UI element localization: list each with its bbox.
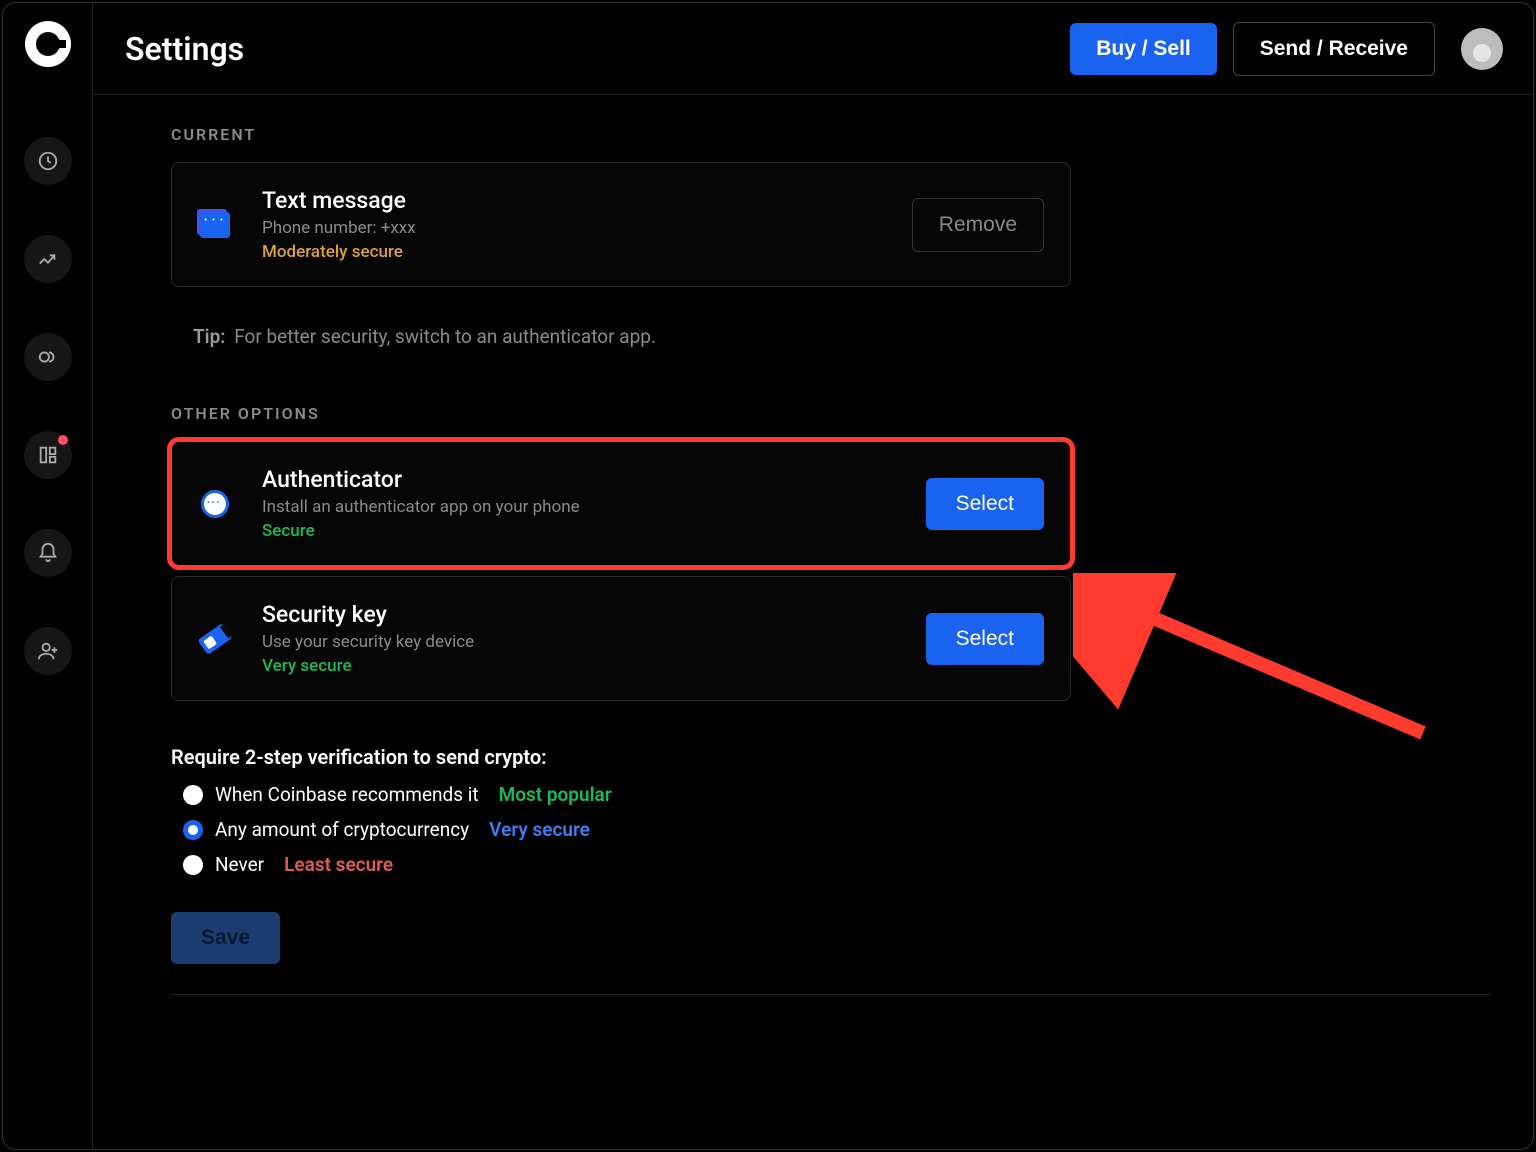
current-title: Text message bbox=[262, 187, 912, 214]
key-title: Security key bbox=[262, 601, 926, 628]
sidebar bbox=[3, 3, 93, 1149]
radio-icon[interactable] bbox=[183, 820, 203, 840]
current-sub: Phone number: +xxx bbox=[262, 218, 912, 238]
key-sub: Use your security key device bbox=[262, 632, 926, 652]
coinbase-logo[interactable] bbox=[25, 21, 71, 67]
radio-label: Any amount of cryptocurrency bbox=[215, 818, 469, 841]
radio-icon[interactable] bbox=[183, 855, 203, 875]
radio-option-never[interactable]: Never Least secure bbox=[183, 853, 1493, 876]
content: CURRENT Text message Phone number: +xxx … bbox=[93, 95, 1533, 1149]
security-key-card: Security key Use your security key devic… bbox=[171, 576, 1071, 701]
authenticator-icon bbox=[198, 487, 232, 521]
require-2fa-title: Require 2-step verification to send cryp… bbox=[171, 745, 1493, 769]
radio-option-any-amount[interactable]: Any amount of cryptocurrency Very secure bbox=[183, 818, 1493, 841]
radio-tag: Very secure bbox=[489, 818, 590, 841]
page-title: Settings bbox=[125, 30, 1070, 68]
select-security-key-button[interactable]: Select bbox=[926, 613, 1044, 665]
save-button[interactable]: Save bbox=[171, 912, 280, 964]
radio-tag: Least secure bbox=[284, 853, 393, 876]
nav-invite-icon[interactable] bbox=[24, 627, 72, 675]
auth-security-badge: Secure bbox=[262, 521, 926, 541]
nav-home-icon[interactable] bbox=[24, 137, 72, 185]
nav-explore-icon[interactable] bbox=[24, 333, 72, 381]
radio-option-recommended[interactable]: When Coinbase recommends it Most popular bbox=[183, 783, 1493, 806]
buy-sell-button[interactable]: Buy / Sell bbox=[1070, 23, 1217, 75]
nav-dashboard-icon[interactable] bbox=[24, 431, 72, 479]
select-authenticator-button[interactable]: Select bbox=[926, 478, 1044, 530]
other-options-label: OTHER OPTIONS bbox=[171, 404, 1493, 423]
radio-tag: Most popular bbox=[499, 783, 612, 806]
tip-text: For better security, switch to an authen… bbox=[234, 325, 656, 348]
notification-dot bbox=[58, 435, 68, 445]
tip-label: Tip: bbox=[193, 325, 225, 348]
nav-notifications-icon[interactable] bbox=[24, 529, 72, 577]
authenticator-card: Authenticator Install an authenticator a… bbox=[171, 441, 1071, 566]
key-security-badge: Very secure bbox=[262, 656, 926, 676]
remove-button[interactable]: Remove bbox=[912, 198, 1044, 252]
security-key-icon bbox=[198, 622, 232, 656]
current-section-label: CURRENT bbox=[171, 125, 1493, 144]
send-receive-button[interactable]: Send / Receive bbox=[1233, 22, 1435, 76]
radio-label: When Coinbase recommends it bbox=[215, 783, 479, 806]
radio-icon[interactable] bbox=[183, 785, 203, 805]
nav-trending-icon[interactable] bbox=[24, 235, 72, 283]
header: Settings Buy / Sell Send / Receive bbox=[93, 3, 1533, 95]
avatar[interactable] bbox=[1461, 28, 1503, 70]
auth-title: Authenticator bbox=[262, 466, 926, 493]
tip-row: Tip: For better security, switch to an a… bbox=[193, 325, 1493, 348]
divider bbox=[171, 994, 1491, 995]
radio-label: Never bbox=[215, 853, 264, 876]
current-security-badge: Moderately secure bbox=[262, 242, 912, 262]
sms-icon bbox=[198, 208, 232, 242]
current-method-card: Text message Phone number: +xxx Moderate… bbox=[171, 162, 1071, 287]
auth-sub: Install an authenticator app on your pho… bbox=[262, 497, 926, 517]
